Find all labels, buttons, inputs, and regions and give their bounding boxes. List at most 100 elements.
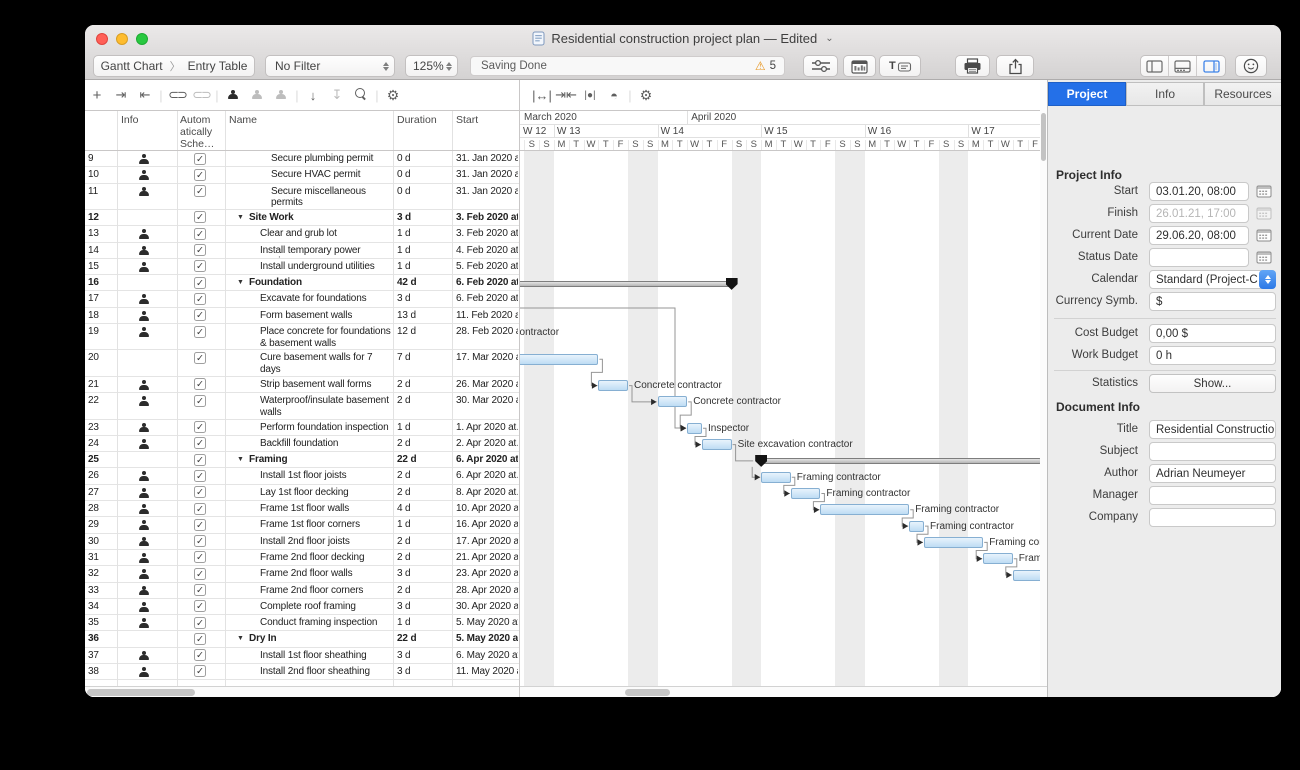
autoschedule-checkbox[interactable]: ✓ [194, 211, 206, 224]
task-duration[interactable]: 2 d [397, 536, 449, 547]
feedback-button[interactable] [1235, 55, 1267, 77]
field-input-author[interactable]: Adrian Neumeyer [1149, 464, 1276, 483]
field-input-work-budget[interactable]: 0 h [1149, 346, 1276, 365]
table-hscroll-thumb[interactable] [87, 689, 195, 696]
task-name[interactable]: Install 1st floor sheathing [260, 650, 391, 662]
task-duration[interactable]: 42 d [397, 277, 449, 288]
disclosure-triangle-icon[interactable]: ▼ [237, 279, 244, 286]
task-bar[interactable] [520, 353, 599, 365]
task-duration[interactable]: 1 d [397, 422, 449, 433]
gantt-vertical-scrollbar[interactable] [1040, 80, 1047, 686]
tab-project[interactable]: Project [1048, 82, 1126, 106]
table-row[interactable]: 28 ✓ Frame 1st floor walls 4 d 10. Apr 2020 … [85, 501, 519, 518]
autoschedule-checkbox[interactable]: ✓ [194, 244, 206, 257]
table-row[interactable]: 30 ✓ Install 2nd floor joists 2 d 17. Apr 20… [85, 534, 519, 550]
task-name[interactable]: Strip basement wall forms [260, 379, 391, 391]
table-row[interactable]: 21 ✓ Strip basement wall forms 2 d 26. Mar 2… [85, 377, 519, 394]
field-input-subject[interactable] [1149, 442, 1276, 461]
resource-reload-icon[interactable] [269, 88, 293, 103]
task-start[interactable]: 3. Feb 2020 at… [456, 228, 518, 239]
calendar-view-button[interactable] [843, 55, 876, 77]
field-input-start[interactable]: 03.01.20, 08:00 [1149, 182, 1249, 201]
summary-bar[interactable] [520, 280, 732, 287]
task-duration[interactable]: 2 d [397, 438, 449, 449]
column-header-autoschedule[interactable]: Autom atically Sche… [180, 114, 224, 150]
autoschedule-checkbox[interactable]: ✓ [194, 152, 206, 165]
task-start[interactable]: 30. Apr 2020 at… [456, 601, 518, 612]
table-row[interactable]: 10 ✓ Secure HVAC permit 0 d 31. Jan 2020 at… [85, 167, 519, 184]
task-start[interactable]: 28. Apr 2020 at… [456, 585, 518, 596]
field-input-currency-symb-[interactable]: $ [1149, 292, 1276, 311]
task-name[interactable]: Clear and grub lot [260, 228, 391, 240]
task-name[interactable]: Frame 2nd floor walls [260, 568, 391, 580]
add-task-icon[interactable]: + [85, 87, 109, 104]
autoschedule-checkbox[interactable]: ✓ [194, 551, 206, 564]
autoschedule-checkbox[interactable]: ✓ [194, 421, 206, 434]
task-bar[interactable] [702, 439, 732, 451]
autoschedule-checkbox[interactable]: ✓ [194, 276, 206, 289]
search-icon[interactable] [349, 87, 373, 103]
task-name[interactable]: Install 1st floor joists [260, 470, 391, 482]
task-duration[interactable]: 0 d [397, 169, 449, 180]
table-row[interactable]: 15 ✓ Install underground utilities 1 d 5. Fe… [85, 259, 519, 276]
task-name[interactable]: Backfill foundation [260, 438, 391, 450]
task-start[interactable]: 1. Apr 2020 at… [456, 422, 518, 433]
task-name[interactable]: Excavate for foundations [260, 293, 391, 305]
date-picker-button[interactable] [1253, 204, 1275, 223]
autoschedule-checkbox[interactable]: ✓ [194, 502, 206, 515]
task-duration[interactable]: 12 d [397, 326, 449, 337]
table-row[interactable]: 22 ✓ Waterproof/insulate basement walls 2 d… [85, 393, 519, 420]
table-row[interactable]: 36 ✓ ▼ Dry In 22 d 5. May 2020 at… [85, 631, 519, 648]
column-header-name[interactable]: Name [229, 114, 257, 126]
table-row[interactable]: 9 ✓ Secure plumbing permit 0 d 31. Jan 2020 … [85, 151, 519, 168]
table-row[interactable]: 31 ✓ Frame 2nd floor decking 2 d 21. Apr 202… [85, 550, 519, 567]
task-bar[interactable] [1012, 569, 1040, 581]
task-duration[interactable]: 0 d [397, 153, 449, 164]
assign-resource-icon[interactable] [221, 88, 245, 103]
field-input-company[interactable] [1149, 508, 1276, 527]
task-start[interactable]: 3. Feb 2020 at… [456, 212, 518, 223]
task-name[interactable]: Frame 1st floor corners [260, 519, 391, 531]
autoschedule-checkbox[interactable]: ✓ [194, 518, 206, 531]
import-icon[interactable]: ↧ [325, 87, 349, 103]
task-start[interactable]: 11. May 2020 a… [456, 666, 518, 677]
table-row[interactable]: 24 ✓ Backfill foundation 2 d 2. Apr 2020 at… [85, 436, 519, 453]
task-name[interactable]: Frame 2nd floor decking [260, 552, 391, 564]
task-start[interactable]: 30. Mar 2020 a… [456, 395, 518, 406]
date-picker-button[interactable] [1253, 182, 1275, 201]
field-input-manager[interactable] [1149, 486, 1276, 505]
task-duration[interactable]: 3 d [397, 568, 449, 579]
task-bar[interactable] [790, 488, 821, 499]
indent-task-icon[interactable]: ⇥ [109, 87, 133, 103]
task-duration[interactable]: 1 d [397, 519, 449, 530]
task-start[interactable]: 31. Jan 2020 at… [456, 153, 518, 164]
task-name[interactable]: Frame 1st floor walls [260, 503, 391, 515]
table-row[interactable]: 37 ✓ Install 1st floor sheathing 3 d 6. May … [85, 648, 519, 664]
task-name[interactable]: Install 2nd floor sheathing [260, 666, 391, 678]
task-start[interactable]: 17. Mar 2020 a… [456, 352, 518, 363]
task-name[interactable]: Install 2nd floor joists [260, 536, 391, 548]
task-bar[interactable] [761, 471, 791, 483]
autoschedule-checkbox[interactable]: ✓ [194, 185, 206, 198]
task-duration[interactable]: 1 d [397, 261, 449, 272]
autoschedule-checkbox[interactable]: ✓ [194, 486, 206, 499]
autoschedule-checkbox[interactable]: ✓ [194, 469, 206, 482]
warning-icon[interactable]: ⚠ [755, 59, 766, 73]
link-tasks-icon[interactable]: ⊂⊃ [165, 87, 189, 103]
task-start[interactable]: 6. Apr 2020 at… [456, 470, 518, 481]
zoom-button[interactable] [136, 32, 148, 45]
task-start[interactable]: 31. Jan 2020 at… [456, 186, 518, 197]
task-start[interactable]: 16. Apr 2020 at… [456, 519, 518, 530]
share-button[interactable] [996, 55, 1034, 77]
task-start[interactable]: 26. Mar 2020 a… [456, 379, 518, 390]
autoschedule-checkbox[interactable]: ✓ [194, 168, 206, 181]
task-duration[interactable]: 1 d [397, 245, 449, 256]
task-start[interactable]: 4. Feb 2020 at… [456, 245, 518, 256]
date-picker-button[interactable] [1253, 248, 1275, 267]
task-duration[interactable]: 2 d [397, 487, 449, 498]
task-start[interactable]: 23. Apr 2020 at… [456, 568, 518, 579]
gantt-hscroll-thumb[interactable] [625, 689, 670, 696]
task-bar[interactable] [924, 536, 984, 548]
table-row[interactable]: 17 ✓ Excavate for foundations 3 d 6. Feb 202… [85, 291, 519, 308]
autoschedule-checkbox[interactable]: ✓ [194, 260, 206, 273]
